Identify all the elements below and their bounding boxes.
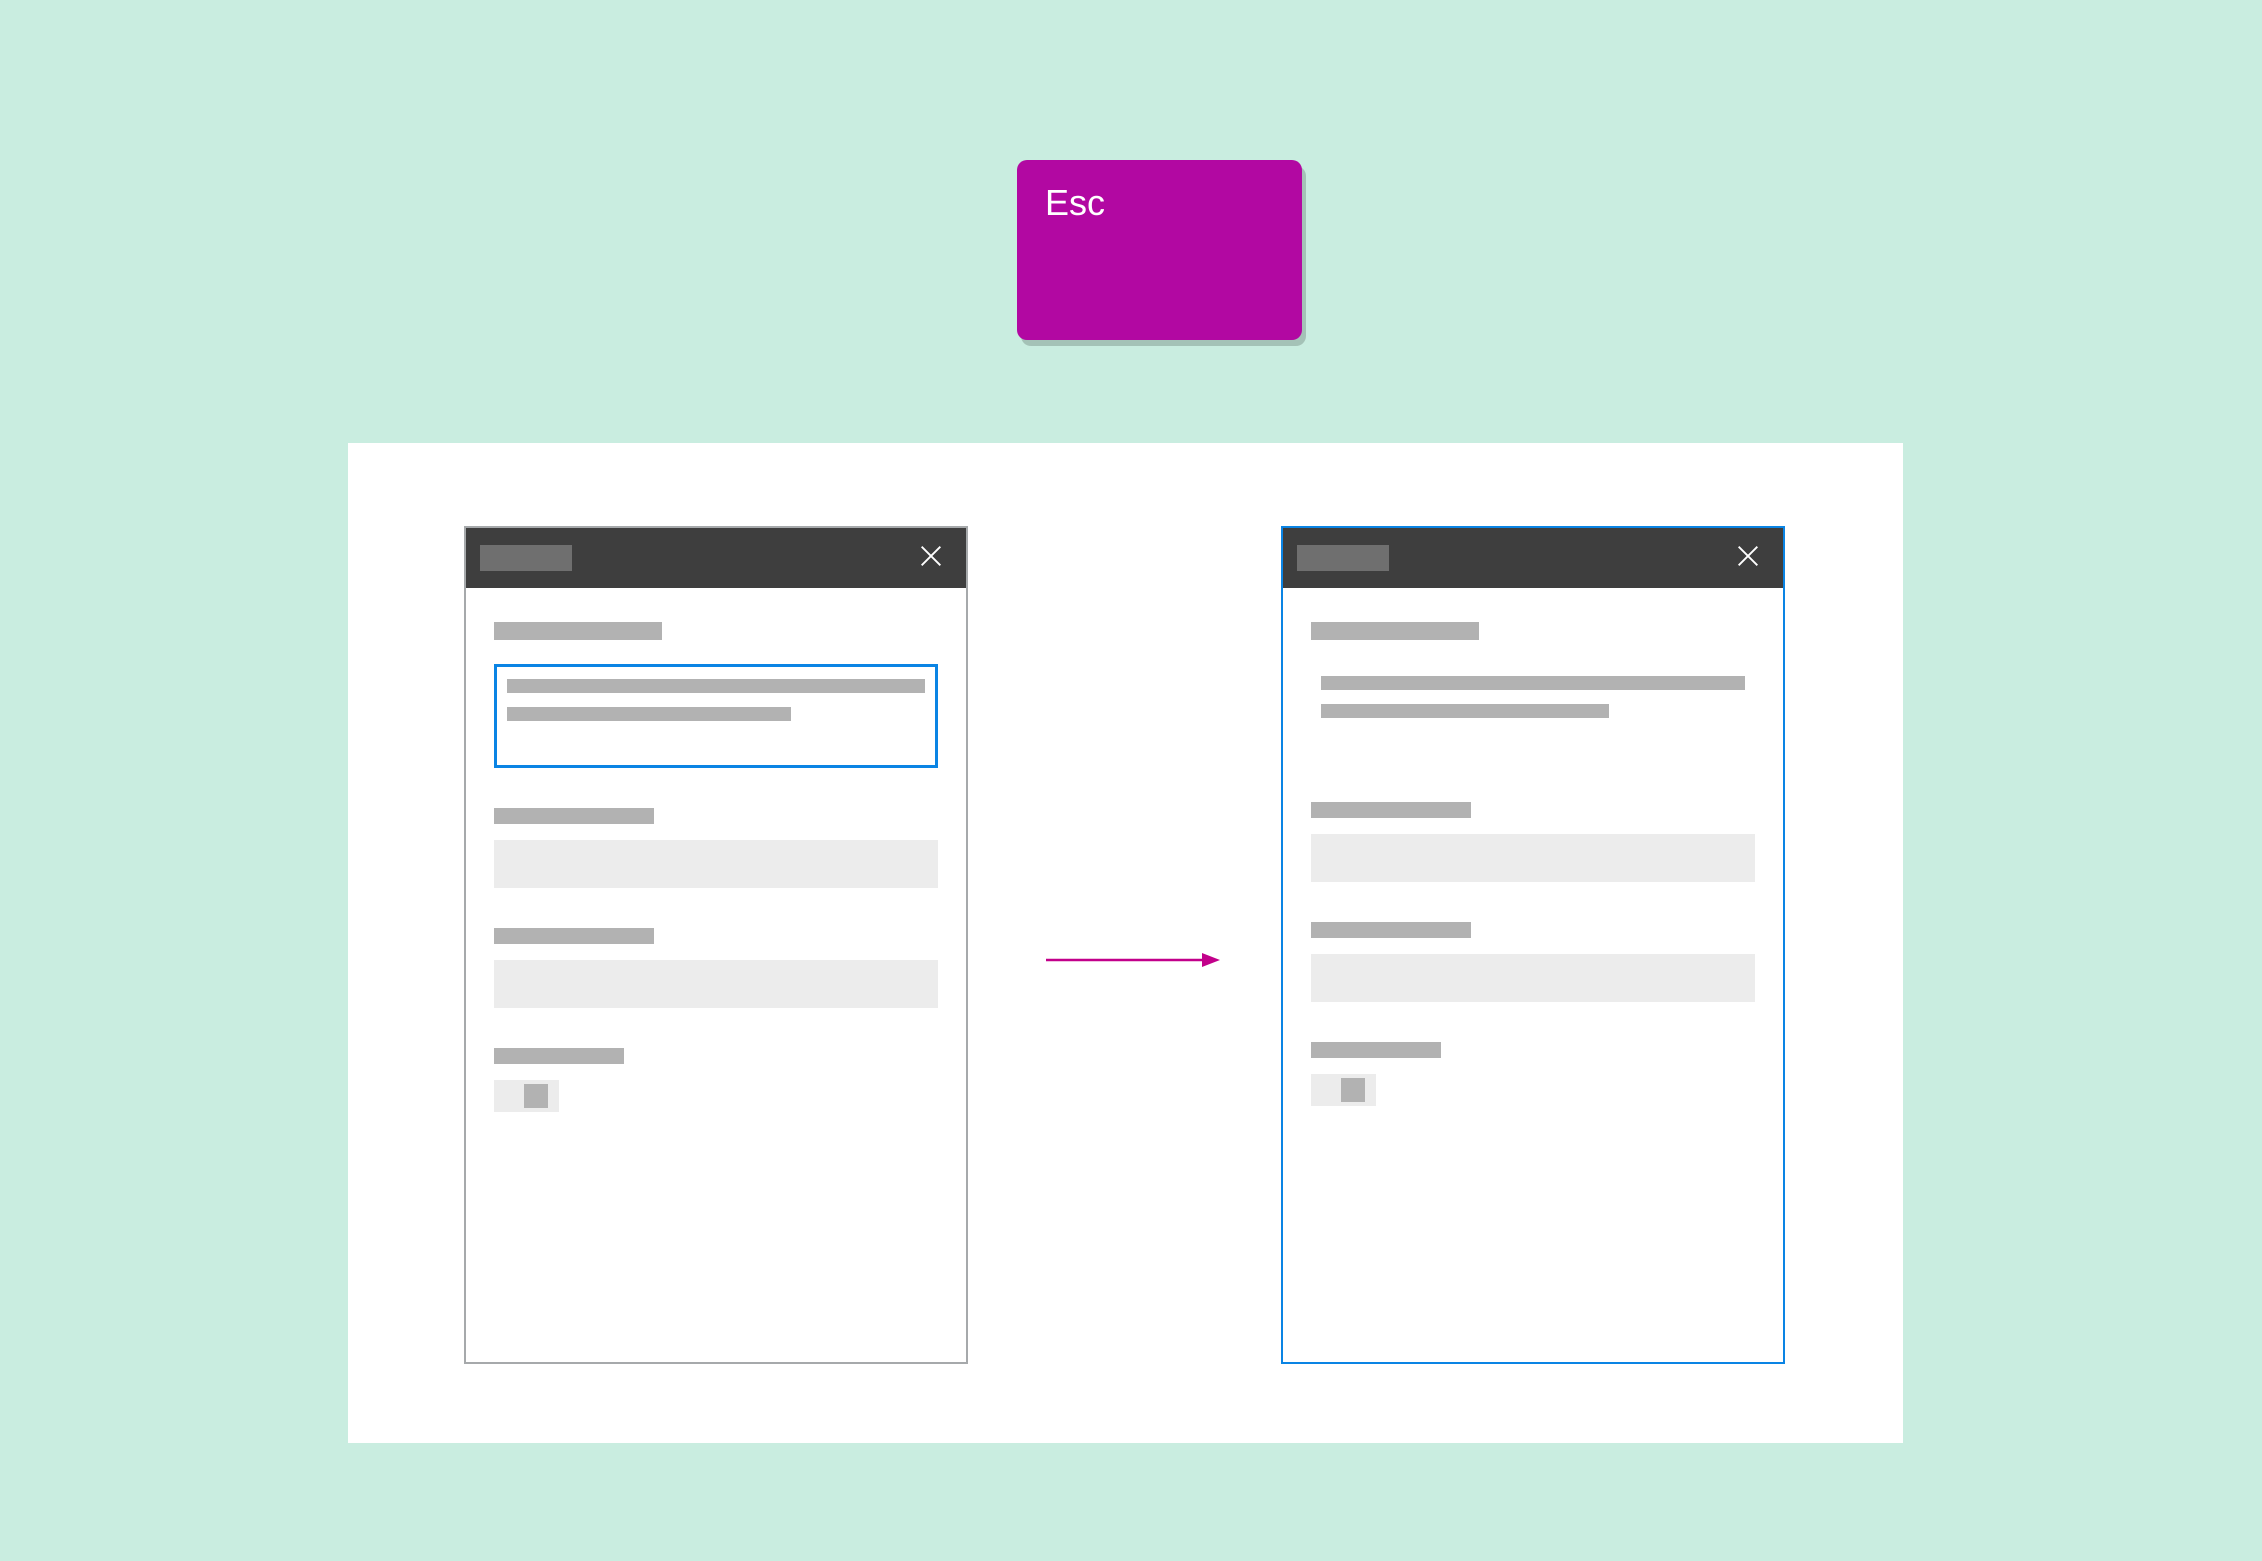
dialog-body [466, 588, 966, 1362]
dialog-after [1281, 526, 1785, 1364]
section1-textbox[interactable] [1311, 664, 1755, 762]
transition-arrow [1046, 945, 1220, 975]
close-button[interactable] [1727, 537, 1769, 579]
close-icon [1734, 542, 1762, 575]
dialog-title-placeholder [1297, 545, 1389, 571]
toggle-switch[interactable] [494, 1080, 559, 1112]
section2-label-placeholder [1311, 802, 1471, 818]
close-icon [917, 542, 945, 575]
section3-input-placeholder[interactable] [1311, 954, 1755, 1002]
close-button[interactable] [910, 537, 952, 579]
section4-label-placeholder [494, 1048, 624, 1064]
section3-label-placeholder [1311, 922, 1471, 938]
arrow-right-icon [1046, 962, 1220, 979]
toggle-switch[interactable] [1311, 1074, 1376, 1106]
toggle-knob [524, 1084, 548, 1108]
section1-label-placeholder [1311, 622, 1479, 640]
toggle-knob [1341, 1078, 1365, 1102]
dialog-title-placeholder [480, 545, 572, 571]
diagram-card [348, 443, 1903, 1443]
keycap-label: Esc [1045, 182, 1105, 223]
section1-textbox-focused[interactable] [494, 664, 938, 768]
text-line-placeholder [507, 679, 925, 693]
section2-label-placeholder [494, 808, 654, 824]
dialog-titlebar [1283, 528, 1783, 588]
section2-input-placeholder[interactable] [494, 840, 938, 888]
keycap-esc: Esc [1017, 160, 1302, 340]
section4-label-placeholder [1311, 1042, 1441, 1058]
text-line-placeholder [1321, 676, 1745, 690]
section1-label-placeholder [494, 622, 662, 640]
section3-input-placeholder[interactable] [494, 960, 938, 1008]
dialog-before [464, 526, 968, 1364]
section3-label-placeholder [494, 928, 654, 944]
section2-input-placeholder[interactable] [1311, 834, 1755, 882]
dialog-body [1283, 588, 1783, 1362]
text-line-placeholder [507, 707, 791, 721]
text-line-placeholder [1321, 704, 1609, 718]
dialog-titlebar [466, 528, 966, 588]
